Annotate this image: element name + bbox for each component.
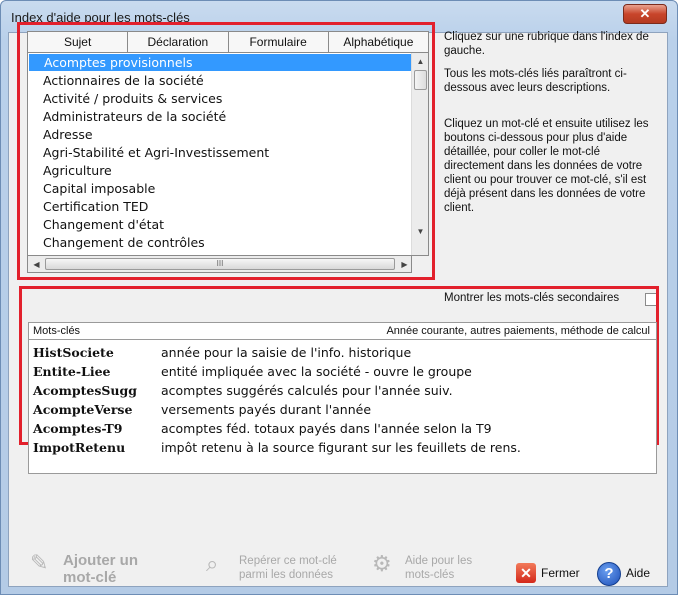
add-keyword-button[interactable]: ✎ Ajouter un mot-clé [30,550,170,587]
topic-item[interactable]: Certification TED [28,198,408,215]
index-tabs: Sujet Déclaration Formulaire Alphabétiqu… [27,31,429,53]
keyword-row[interactable]: Entite-Liee entité impliquée avec la soci… [33,362,472,381]
keyword-row[interactable]: AcomptesSugg acomptes suggérés calculés p… [33,381,453,400]
topic-list-horizontal-scrollbar[interactable]: ◀ III ▶ [27,256,412,273]
topic-item[interactable]: Activité / produits & services [28,90,408,107]
keywords-header: Mots-clés Année courante, autres paiemen… [28,322,657,340]
keyword-row[interactable]: AcompteVerse versements payés durant l'an… [33,400,371,419]
keywords-header-left: Mots-clés [33,325,81,337]
topic-item-selected[interactable]: Acomptes provisionnels [29,54,411,71]
topic-item[interactable]: Agriculture [28,162,408,179]
keywords-list[interactable]: HistSociete année pour la saisie de l'inf… [28,340,657,474]
topic-index-panel: Sujet Déclaration Formulaire Alphabétiqu… [17,22,435,280]
magnifier-icon: ⌕ [206,551,219,576]
help-paragraph-2: Tous les mots-clés liés paraîtront ci-de… [444,68,627,94]
keywords-header-right: Année courante, autres paiements, méthod… [386,325,650,337]
topic-item[interactable]: Actionnaires de la société [28,72,408,89]
topic-list-vertical-scrollbar[interactable]: ▲ ▼ [411,53,428,255]
keyword-row[interactable]: Acomptes-T9 acomptes féd. totaux payés da… [33,419,492,438]
tab-alphabetique[interactable]: Alphabétique [329,32,428,52]
vertical-scroll-thumb[interactable] [414,70,427,90]
tab-declaration[interactable]: Déclaration [128,32,229,52]
help-paragraph-3: Cliquez un mot-clé et ensuite utilisez l… [444,118,649,214]
keyword-row[interactable]: ImpotRetenu impôt retenu à la source figu… [33,438,521,457]
topic-item[interactable]: Changement de contrôles [28,234,408,251]
keyword-help-button[interactable]: ⚙ Aide pour les mots-clés [372,551,492,585]
topic-item[interactable]: Capital imposable [28,180,408,197]
help-key-icon: ⚙ [372,551,392,576]
scroll-down-arrow-icon[interactable]: ▼ [412,223,428,240]
help-button-label[interactable]: Aide [626,566,650,580]
close-button-label[interactable]: Fermer [541,566,580,580]
find-keyword-button[interactable]: ⌕ Repérer ce mot-clé parmi les données [206,551,356,585]
topic-item[interactable]: Administrateurs de la société [28,108,408,125]
help-question-icon[interactable]: ? [597,562,621,586]
topic-item[interactable]: Changement d'état [28,216,408,233]
help-instructions: Cliquez sur une rubrique dans l'index de… [444,30,658,224]
scroll-up-arrow-icon[interactable]: ▲ [412,53,428,70]
scroll-left-arrow-icon[interactable]: ◀ [28,256,45,273]
horizontal-scroll-thumb[interactable]: III [45,258,395,270]
close-x-icon[interactable]: ✕ [516,563,536,583]
scroll-right-arrow-icon[interactable]: ▶ [396,256,413,273]
tab-sujet[interactable]: Sujet [28,32,129,52]
topic-item[interactable]: Adresse [28,126,408,143]
keyword-row[interactable]: HistSociete année pour la saisie de l'inf… [33,343,411,362]
window-close-button[interactable]: ✕ [623,4,667,24]
topic-list[interactable]: Acomptes provisionnels Actionnaires de l… [27,53,429,256]
add-keyword-icon: ✎ [30,550,49,575]
help-paragraph-1: Cliquez sur une rubrique dans l'index de… [444,31,649,57]
tab-formulaire[interactable]: Formulaire [229,32,329,52]
topic-item[interactable]: Agri-Stabilité et Agri-Investissement [28,144,408,161]
